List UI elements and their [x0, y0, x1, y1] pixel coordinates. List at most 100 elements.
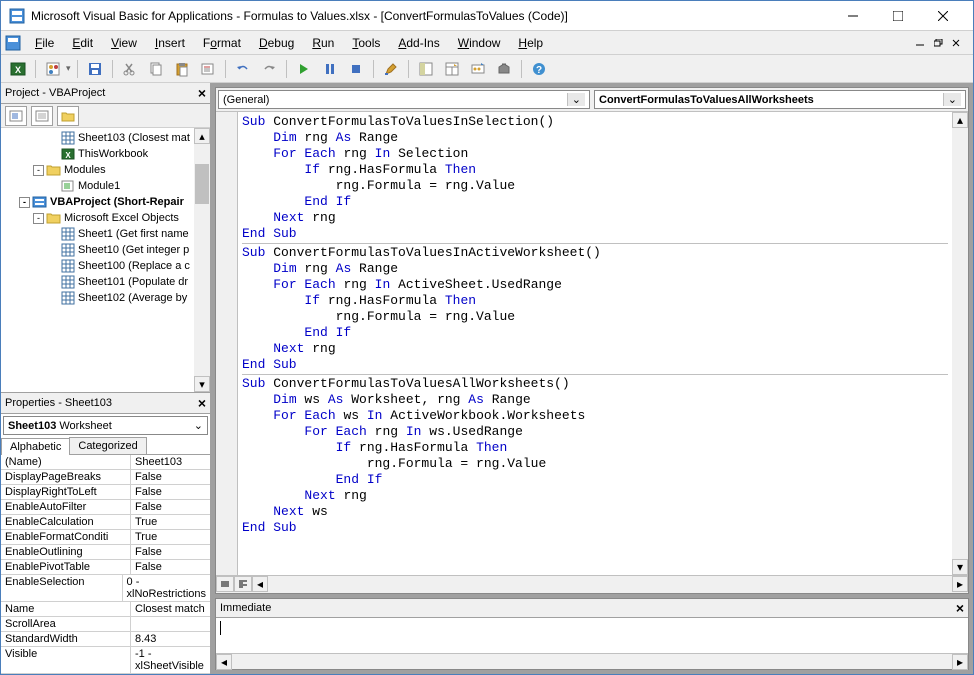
find-button[interactable]	[197, 58, 219, 80]
property-row[interactable]: EnableAutoFilterFalse	[1, 500, 210, 515]
tree-expand-icon[interactable]: -	[33, 165, 44, 176]
property-row[interactable]: DisplayRightToLeftFalse	[1, 485, 210, 500]
project-tree[interactable]: Sheet103 (Closest matXThisWorkbook-Modul…	[1, 128, 210, 392]
close-button[interactable]	[920, 2, 965, 30]
menu-run[interactable]: Run	[304, 33, 342, 53]
scroll-left-icon[interactable]: ◂	[252, 576, 268, 592]
design-mode-button[interactable]	[380, 58, 402, 80]
scroll-down-icon[interactable]: ▾	[952, 559, 968, 575]
scroll-right-icon[interactable]: ▸	[952, 654, 968, 670]
reset-button[interactable]	[345, 58, 367, 80]
scroll-left-icon[interactable]: ◂	[216, 654, 232, 670]
object-browser-button[interactable]	[467, 58, 489, 80]
property-value[interactable]: Closest match	[131, 602, 210, 616]
property-value[interactable]: False	[131, 485, 210, 499]
property-row[interactable]: NameClosest match	[1, 602, 210, 617]
redo-button[interactable]	[258, 58, 280, 80]
immediate-horizontal-scrollbar[interactable]: ◂ ▸	[216, 654, 968, 669]
menu-window[interactable]: Window	[450, 33, 509, 53]
property-value[interactable]: 0 - xlNoRestrictions	[123, 575, 210, 601]
tree-node[interactable]: Sheet103 (Closest mat	[3, 130, 208, 146]
property-row[interactable]: EnablePivotTableFalse	[1, 560, 210, 575]
toggle-folders-button[interactable]	[57, 106, 79, 126]
property-value[interactable]: False	[131, 545, 210, 559]
tree-node[interactable]: Module1	[3, 178, 208, 194]
menu-help[interactable]: Help	[510, 33, 551, 53]
property-row[interactable]: DisplayPageBreaksFalse	[1, 470, 210, 485]
toolbox-button[interactable]	[493, 58, 515, 80]
tree-node[interactable]: -Modules	[3, 162, 208, 178]
properties-panel-close-icon[interactable]: ×	[198, 395, 206, 411]
tree-node[interactable]: Sheet10 (Get integer p	[3, 242, 208, 258]
tree-node[interactable]: Sheet1 (Get first name	[3, 226, 208, 242]
tree-node[interactable]: -VBAProject (Short-Repair	[3, 194, 208, 210]
tree-node[interactable]: Sheet101 (Populate dr	[3, 274, 208, 290]
tree-expand-icon[interactable]: -	[19, 197, 30, 208]
property-row[interactable]: EnableFormatConditiTrue	[1, 530, 210, 545]
property-value[interactable]: -1 - xlSheetVisible	[131, 647, 210, 673]
insert-dropdown-icon[interactable]: ▾	[66, 63, 71, 74]
tree-node[interactable]: Sheet100 (Replace a c	[3, 258, 208, 274]
project-panel-close-icon[interactable]: ×	[198, 85, 206, 101]
tab-categorized[interactable]: Categorized	[69, 437, 146, 454]
property-value[interactable]: False	[131, 500, 210, 514]
immediate-input[interactable]	[216, 618, 968, 653]
property-value[interactable]: True	[131, 530, 210, 544]
properties-grid[interactable]: (Name)Sheet103DisplayPageBreaksFalseDisp…	[1, 455, 210, 674]
tree-node[interactable]: -Microsoft Excel Objects	[3, 210, 208, 226]
minimize-button[interactable]	[830, 2, 875, 30]
property-row[interactable]: ScrollArea	[1, 617, 210, 632]
scroll-right-icon[interactable]: ▸	[952, 576, 968, 592]
property-row[interactable]: StandardWidth8.43	[1, 632, 210, 647]
property-row[interactable]: EnableSelection0 - xlNoRestrictions	[1, 575, 210, 602]
tree-node[interactable]: Sheet102 (Average by	[3, 290, 208, 306]
maximize-button[interactable]	[875, 2, 920, 30]
code-editor[interactable]: Sub ConvertFormulasToValuesInSelection()…	[238, 112, 952, 575]
property-value[interactable]	[131, 617, 210, 631]
property-value[interactable]: False	[131, 560, 210, 574]
menu-file[interactable]: File	[27, 33, 62, 53]
tree-expand-icon[interactable]: -	[33, 213, 44, 224]
property-row[interactable]: (Name)Sheet103	[1, 455, 210, 470]
project-explorer-button[interactable]	[415, 58, 437, 80]
insert-button[interactable]	[42, 58, 64, 80]
mdi-close-button[interactable]	[949, 36, 965, 50]
cut-button[interactable]	[119, 58, 141, 80]
help-button[interactable]: ?	[528, 58, 550, 80]
menu-debug[interactable]: Debug	[251, 33, 302, 53]
tab-alphabetic[interactable]: Alphabetic	[1, 438, 70, 455]
menu-edit[interactable]: Edit	[64, 33, 101, 53]
code-procedure-dropdown[interactable]: ConvertFormulasToValuesAllWorksheets ⌄	[594, 90, 966, 109]
code-margin[interactable]	[216, 112, 238, 575]
run-button[interactable]	[293, 58, 315, 80]
save-button[interactable]	[84, 58, 106, 80]
property-value[interactable]: False	[131, 470, 210, 484]
procedure-view-button[interactable]	[216, 576, 234, 592]
property-row[interactable]: Visible-1 - xlSheetVisible	[1, 647, 210, 674]
break-button[interactable]	[319, 58, 341, 80]
view-excel-button[interactable]: X	[7, 58, 29, 80]
menu-addins[interactable]: Add-Ins	[390, 33, 447, 53]
mdi-restore-button[interactable]	[931, 36, 947, 50]
scroll-down-icon[interactable]: ▾	[194, 376, 210, 392]
paste-button[interactable]	[171, 58, 193, 80]
tree-node[interactable]: XThisWorkbook	[3, 146, 208, 162]
view-code-button[interactable]	[5, 106, 27, 126]
property-value[interactable]: True	[131, 515, 210, 529]
property-value[interactable]: Sheet103	[131, 455, 210, 469]
properties-object-selector[interactable]: Sheet103 Worksheet ⌄	[3, 416, 208, 435]
scroll-up-icon[interactable]: ▴	[194, 128, 210, 144]
menu-format[interactable]: Format	[195, 33, 249, 53]
scroll-up-icon[interactable]: ▴	[952, 112, 968, 128]
code-horizontal-scrollbar[interactable]: ◂ ▸	[252, 576, 968, 593]
copy-button[interactable]	[145, 58, 167, 80]
mdi-minimize-button[interactable]	[913, 36, 929, 50]
code-vertical-scrollbar[interactable]: ▴ ▾	[952, 112, 968, 575]
full-module-view-button[interactable]	[234, 576, 252, 592]
property-value[interactable]: 8.43	[131, 632, 210, 646]
code-object-dropdown[interactable]: (General) ⌄	[218, 90, 590, 109]
view-object-button[interactable]	[31, 106, 53, 126]
property-row[interactable]: EnableCalculationTrue	[1, 515, 210, 530]
undo-button[interactable]	[232, 58, 254, 80]
project-tree-scrollbar[interactable]: ▴ ▾	[194, 128, 210, 392]
